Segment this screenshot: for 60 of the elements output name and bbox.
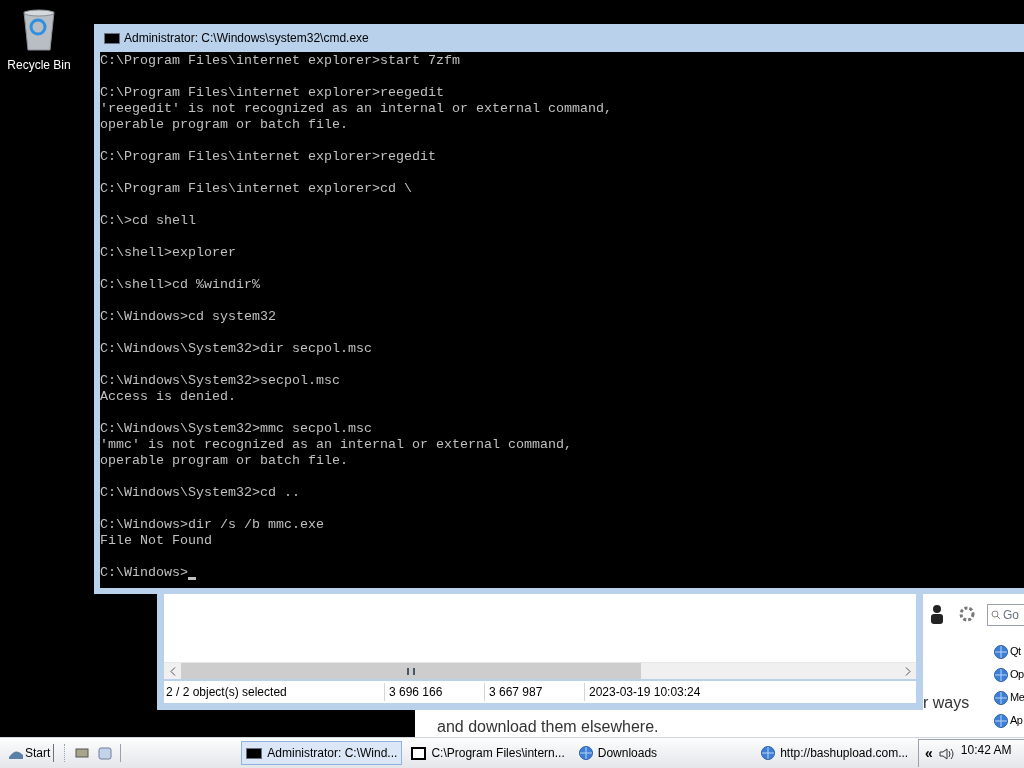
status-cell: 3 667 987 [484,683,584,701]
console-line: C:\Program Files\internet explorer>start 7zfm [100,53,460,69]
console-icon [104,32,120,44]
link[interactable]: Me [1010,690,1024,705]
settings-icon[interactable] [958,605,976,623]
horizontal-scrollbar[interactable] [164,662,916,679]
console-line: C:\Windows\System32>cd .. [100,485,300,501]
window-title: Administrator: C:\Windows\system32\cmd.exe [124,30,369,47]
console-line: C:\Windows\System32>mmc secpol.msc [100,421,372,437]
console-line: File Not Found [100,533,212,549]
recycle-bin-icon[interactable] [21,8,57,52]
tray-expand-button[interactable]: « [925,743,933,764]
console-line: C:\Windows\System32>dir secpol.msc [100,341,372,357]
taskbar-button[interactable]: Administrator: C:\Wind... [241,741,403,765]
console-line: C:\>cd shell [100,213,196,229]
body-text: r ways [923,693,970,713]
archive-icon [411,746,427,760]
search-icon [991,610,1001,620]
globe-icon [994,690,1008,705]
console-line: C:\Windows\System32>secpol.msc [100,373,340,389]
console-line: C:\Windows> [100,565,188,581]
console-line: C:\Windows>dir /s /b mmc.exe [100,517,324,533]
scroll-right-icon[interactable] [904,666,911,676]
console-line: C:\Program Files\internet explorer>reegedit [100,85,444,101]
link[interactable]: Qt [1010,644,1021,659]
console-line: C:\Program Files\internet explorer>regedit [100,149,436,165]
icon-label: Recycle Bin [7,57,71,74]
person-icon[interactable] [929,604,945,624]
console-line: Access is denied. [100,389,236,405]
console-line: 'reegedit' is not recognized as an internal or external command, [100,101,612,117]
link[interactable]: Ap [1010,713,1023,728]
status-cell: 3 696 166 [384,683,484,701]
clock[interactable]: 10:42 AM [960,741,1012,759]
link[interactable]: Op [1010,667,1024,682]
globe-icon [578,746,593,760]
console-line: operable program or batch file. [100,117,348,133]
console-line: C:\shell>explorer [100,245,236,261]
body-text: and download them elsewhere. [437,717,659,737]
taskbar-button[interactable]: C:\Program Files\intern... [406,741,570,765]
scroll-thumb[interactable] [181,663,641,679]
taskbar-button[interactable]: http://bashupload.com... [756,741,914,765]
console-line: C:\shell>cd %windir% [100,277,260,293]
window-icon[interactable] [98,746,113,760]
console-line: C:\Windows>cd system32 [100,309,276,325]
console-line: 'mmc' is not recognized as an internal or external command, [100,437,572,453]
desktop-icon[interactable] [75,747,90,759]
globe-icon [761,746,776,760]
console-icon [246,747,263,759]
status-cell: 2023-03-19 10:03:24 [584,683,916,701]
scroll-left-icon[interactable] [169,666,176,676]
console-line: operable program or batch file. [100,453,348,469]
globe-icon [994,713,1008,728]
globe-icon [994,644,1008,659]
taskbar-button[interactable]: Downloads [573,741,663,765]
start-button[interactable]: Start [8,744,55,762]
speaker-icon[interactable] [938,746,955,761]
status-cell-text: 2 / 2 object(s) selected [165,684,288,701]
search-field[interactable]: Go [987,604,1024,626]
globe-icon [994,667,1008,682]
console-line: C:\Program Files\internet explorer>cd \ [100,181,412,197]
